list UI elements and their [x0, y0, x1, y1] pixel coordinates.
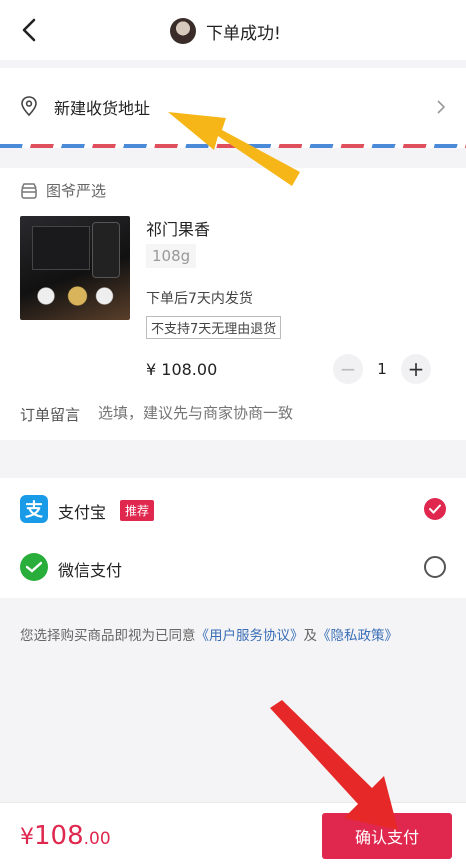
agreement-prefix: 您选择购买商品即视为已同意 — [20, 628, 196, 644]
recommend-badge: 推荐 — [120, 500, 155, 521]
payment-label: 微信支付 — [58, 561, 123, 580]
user-agreement-link[interactable]: 《用户服务协议》 — [196, 628, 304, 644]
airmail-stripe-divider — [0, 144, 466, 148]
total-currency: ¥ — [20, 825, 34, 850]
privacy-policy-link[interactable]: 《隐私政策》 — [317, 628, 398, 644]
pay-button[interactable]: 确认支付 — [322, 813, 452, 859]
wechat-pay-icon — [20, 553, 48, 581]
back-arrow-icon[interactable] — [16, 16, 44, 44]
increase-button[interactable]: + — [401, 354, 431, 384]
store-icon — [21, 183, 37, 199]
product-image[interactable] — [20, 216, 130, 320]
new-address-row[interactable]: 新建收货地址 — [0, 68, 466, 148]
top-bar: 下单成功! — [0, 0, 466, 60]
radio-selected[interactable] — [424, 498, 446, 520]
decrease-button[interactable]: − — [333, 354, 363, 384]
product-price: ¥ 108.00 — [146, 360, 218, 379]
product-title: 祁门果香 — [146, 220, 211, 239]
page-title: 下单成功! — [206, 23, 281, 44]
payment-option-alipay[interactable]: 支 支付宝 推荐 — [0, 480, 466, 538]
tea-box-shape — [32, 226, 90, 270]
payment-label: 支付宝 — [58, 503, 107, 522]
total-price: ¥108.00 — [20, 821, 111, 851]
new-address-label: 新建收货地址 — [54, 99, 151, 118]
return-policy-badge: 不支持7天无理由退货 — [146, 316, 282, 339]
tea-cups-shape — [28, 284, 118, 308]
quantity-stepper: − 1 + — [333, 354, 431, 384]
header-title-group: 下单成功! — [170, 16, 281, 46]
agreement-and: 及 — [303, 628, 318, 644]
product-spec: 108g — [146, 244, 197, 268]
agreement-text: 您选择购买商品即视为已同意《用户服务协议》及《隐私政策》 — [20, 624, 460, 644]
order-message-input[interactable] — [98, 404, 418, 422]
order-message-label: 订单留言 — [20, 406, 81, 424]
alipay-icon: 支 — [20, 495, 48, 523]
checkmark-icon — [429, 504, 441, 514]
tea-can-shape — [92, 222, 120, 278]
shipping-note: 下单后7天内发货 — [146, 291, 253, 307]
location-pin-icon — [21, 96, 37, 116]
quantity-value: 1 — [377, 360, 387, 378]
checkout-bar: ¥108.00 确认支付 — [0, 802, 466, 866]
payment-option-wechat[interactable]: 微信支付 — [0, 538, 466, 596]
avatar — [170, 18, 196, 44]
total-integer: 108 — [34, 821, 84, 851]
payment-methods: 支 支付宝 推荐 微信支付 — [0, 478, 466, 598]
total-decimal: .00 — [83, 829, 111, 849]
shop-name: 图爷严选 — [46, 182, 107, 200]
chevron-right-icon — [437, 100, 446, 114]
order-card: 图爷严选 祁门果香 108g 下单后7天内发货 不支持7天无理由退货 ¥ 108… — [0, 168, 466, 440]
radio-unselected[interactable] — [424, 556, 446, 578]
